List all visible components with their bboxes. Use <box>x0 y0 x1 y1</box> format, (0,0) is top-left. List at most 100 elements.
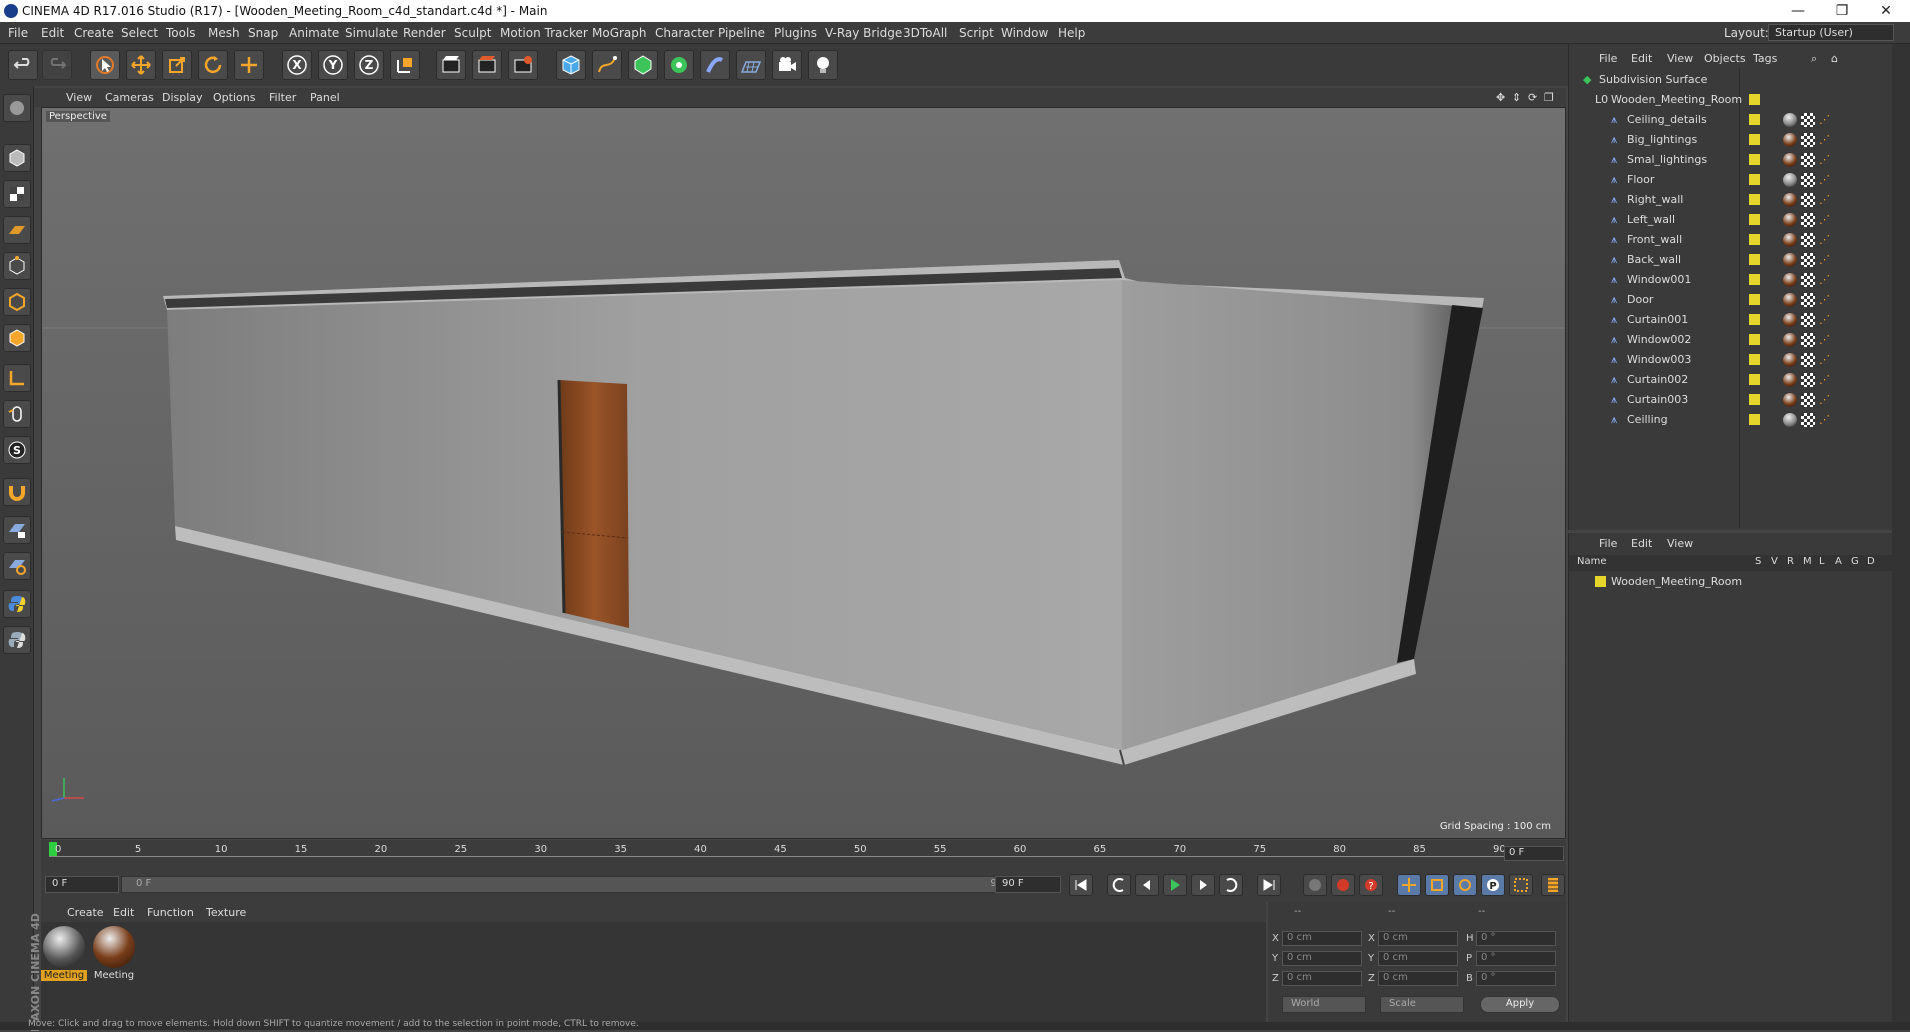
enable-axis-icon[interactable] <box>3 364 31 392</box>
material-tag-icon[interactable] <box>1783 173 1797 187</box>
menu-mograph[interactable]: MoGraph <box>592 26 647 40</box>
rot-p-field[interactable]: 0 ° <box>1476 951 1556 966</box>
viewport-maximize-icon[interactable]: ❐ <box>1544 91 1554 104</box>
timeline-ruler[interactable]: 0 5 10 15 20 25 30 35 40 45 50 55 60 65 70 75 80 85 90 0 F <box>41 840 1566 868</box>
key-rotation-icon[interactable] <box>1453 874 1477 896</box>
size-mode-select[interactable]: Scale <box>1380 996 1464 1013</box>
object-row[interactable]: ⩚ Door ⋰ <box>1569 290 1893 310</box>
move-icon[interactable] <box>126 50 156 80</box>
object-row[interactable]: ⩚ Front_wall ⋰ <box>1569 230 1893 250</box>
menu-pipeline[interactable]: Pipeline <box>718 26 765 40</box>
object-row[interactable]: ⩚ Back_wall ⋰ <box>1569 250 1893 270</box>
record-keys-icon[interactable] <box>1303 874 1327 896</box>
minimize-icon[interactable]: — <box>1776 0 1820 22</box>
object-menu-objects[interactable]: Objects <box>1704 52 1746 65</box>
texture-tag-icon[interactable] <box>1801 313 1815 327</box>
object-row[interactable]: ⩚ Curtain002 ⋰ <box>1569 370 1893 390</box>
phong-tag-icon[interactable]: ⋰ <box>1819 273 1833 287</box>
material-menu-create[interactable]: Create <box>67 906 104 919</box>
viewport-menu-display[interactable]: Display <box>162 91 203 104</box>
phong-tag-icon[interactable]: ⋰ <box>1819 193 1833 207</box>
size-x-field[interactable]: 0 cm <box>1378 931 1458 946</box>
rot-h-field[interactable]: 0 ° <box>1476 931 1556 946</box>
material-tag-icon[interactable] <box>1783 113 1797 127</box>
material-menu-texture[interactable]: Texture <box>206 906 246 919</box>
object-row[interactable]: ⩚ Window002 ⋰ <box>1569 330 1893 350</box>
current-frame-field[interactable]: 0 F <box>1504 846 1564 861</box>
key-pla-icon[interactable] <box>1509 874 1533 896</box>
material-swatch-1[interactable]: Meeting <box>41 926 87 981</box>
phong-tag-icon[interactable]: ⋰ <box>1819 213 1833 227</box>
object-row[interactable]: ⩚ Floor ⋰ <box>1569 170 1893 190</box>
light-icon[interactable] <box>808 50 838 80</box>
layer-color-icon[interactable] <box>1749 314 1760 325</box>
menu-animate[interactable]: Animate <box>289 26 339 40</box>
phong-tag-icon[interactable]: ⋰ <box>1819 233 1833 247</box>
object-row-subdivision[interactable]: ◆ Subdivision Surface <box>1569 70 1893 90</box>
end-frame-field[interactable]: 90 F <box>995 876 1061 893</box>
workplane-icon[interactable] <box>3 216 31 244</box>
texture-mode-icon[interactable] <box>3 180 31 208</box>
layer-color-icon[interactable] <box>1749 354 1760 365</box>
rotate-icon[interactable] <box>198 50 228 80</box>
floor-icon[interactable] <box>736 50 766 80</box>
scale-icon[interactable] <box>162 50 192 80</box>
lock-grid-icon[interactable] <box>3 516 31 544</box>
menu-plugins[interactable]: Plugins <box>774 26 817 40</box>
cube-icon[interactable] <box>556 50 586 80</box>
menu-motion-tracker[interactable]: Motion Tracker <box>500 26 588 40</box>
material-tag-icon[interactable] <box>1783 193 1797 207</box>
layer-color-icon[interactable] <box>1749 94 1760 105</box>
timeline-window-icon[interactable] <box>1541 874 1565 896</box>
texture-tag-icon[interactable] <box>1801 293 1815 307</box>
object-row[interactable]: ⩚ Right_wall ⋰ <box>1569 190 1893 210</box>
material-tag-icon[interactable] <box>1783 353 1797 367</box>
last-tool-icon[interactable] <box>234 50 264 80</box>
layout-select[interactable]: Startup (User) <box>1768 24 1894 41</box>
y-axis-icon[interactable]: Y <box>318 50 348 80</box>
material-tag-icon[interactable] <box>1783 253 1797 267</box>
layer-color-icon[interactable] <box>1749 114 1760 125</box>
layer-color-icon[interactable] <box>1749 294 1760 305</box>
object-row[interactable]: ⩚ Big_lightings ⋰ <box>1569 130 1893 150</box>
previous-key-icon[interactable] <box>1107 874 1131 896</box>
menu-sculpt[interactable]: Sculpt <box>454 26 491 40</box>
menu-render[interactable]: Render <box>403 26 446 40</box>
close-icon[interactable]: ✕ <box>1864 0 1908 22</box>
object-menu-tags[interactable]: Tags <box>1753 52 1777 65</box>
right-tab-strip[interactable] <box>1892 44 1910 1030</box>
texture-tag-icon[interactable] <box>1801 373 1815 387</box>
viewport-menu-view[interactable]: View <box>66 91 92 104</box>
pos-z-field[interactable]: 0 cm <box>1282 971 1362 986</box>
layer-menu-file[interactable]: File <box>1599 537 1617 550</box>
object-row[interactable]: ⩚ Curtain001 ⋰ <box>1569 310 1893 330</box>
phong-tag-icon[interactable]: ⋰ <box>1819 373 1833 387</box>
material-tag-icon[interactable] <box>1783 313 1797 327</box>
texture-tag-icon[interactable] <box>1801 253 1815 267</box>
phong-tag-icon[interactable]: ⋰ <box>1819 113 1833 127</box>
material-tag-icon[interactable] <box>1783 233 1797 247</box>
object-search-icon[interactable]: ⌕ <box>1811 52 1817 66</box>
viewport-rotate-icon[interactable]: ⟳ <box>1528 91 1537 104</box>
rot-b-field[interactable]: 0 ° <box>1476 971 1556 986</box>
texture-tag-icon[interactable] <box>1801 213 1815 227</box>
menu-3dtoall[interactable]: 3DToAll <box>903 26 947 40</box>
goto-start-icon[interactable] <box>1069 874 1093 896</box>
object-row[interactable]: ⩚ Left_wall ⋰ <box>1569 210 1893 230</box>
pos-y-field[interactable]: 0 cm <box>1282 951 1362 966</box>
render-picture-viewer-icon[interactable] <box>472 50 502 80</box>
material-tag-icon[interactable] <box>1783 293 1797 307</box>
phong-tag-icon[interactable]: ⋰ <box>1819 313 1833 327</box>
menu-mesh[interactable]: Mesh <box>208 26 240 40</box>
timeline-track[interactable] <box>49 856 1506 864</box>
object-menu-view[interactable]: View <box>1667 52 1693 65</box>
undo-icon[interactable] <box>8 50 38 80</box>
apply-button[interactable]: Apply <box>1480 996 1560 1013</box>
object-home-icon[interactable]: ⌂ <box>1831 52 1838 65</box>
edges-mode-icon[interactable] <box>3 288 31 316</box>
object-row[interactable]: ⩚ Window003 ⋰ <box>1569 350 1893 370</box>
texture-tag-icon[interactable] <box>1801 413 1815 427</box>
layer-color-icon[interactable] <box>1749 214 1760 225</box>
layer-menu-view[interactable]: View <box>1667 537 1693 550</box>
layer-menu-edit[interactable]: Edit <box>1631 537 1652 550</box>
